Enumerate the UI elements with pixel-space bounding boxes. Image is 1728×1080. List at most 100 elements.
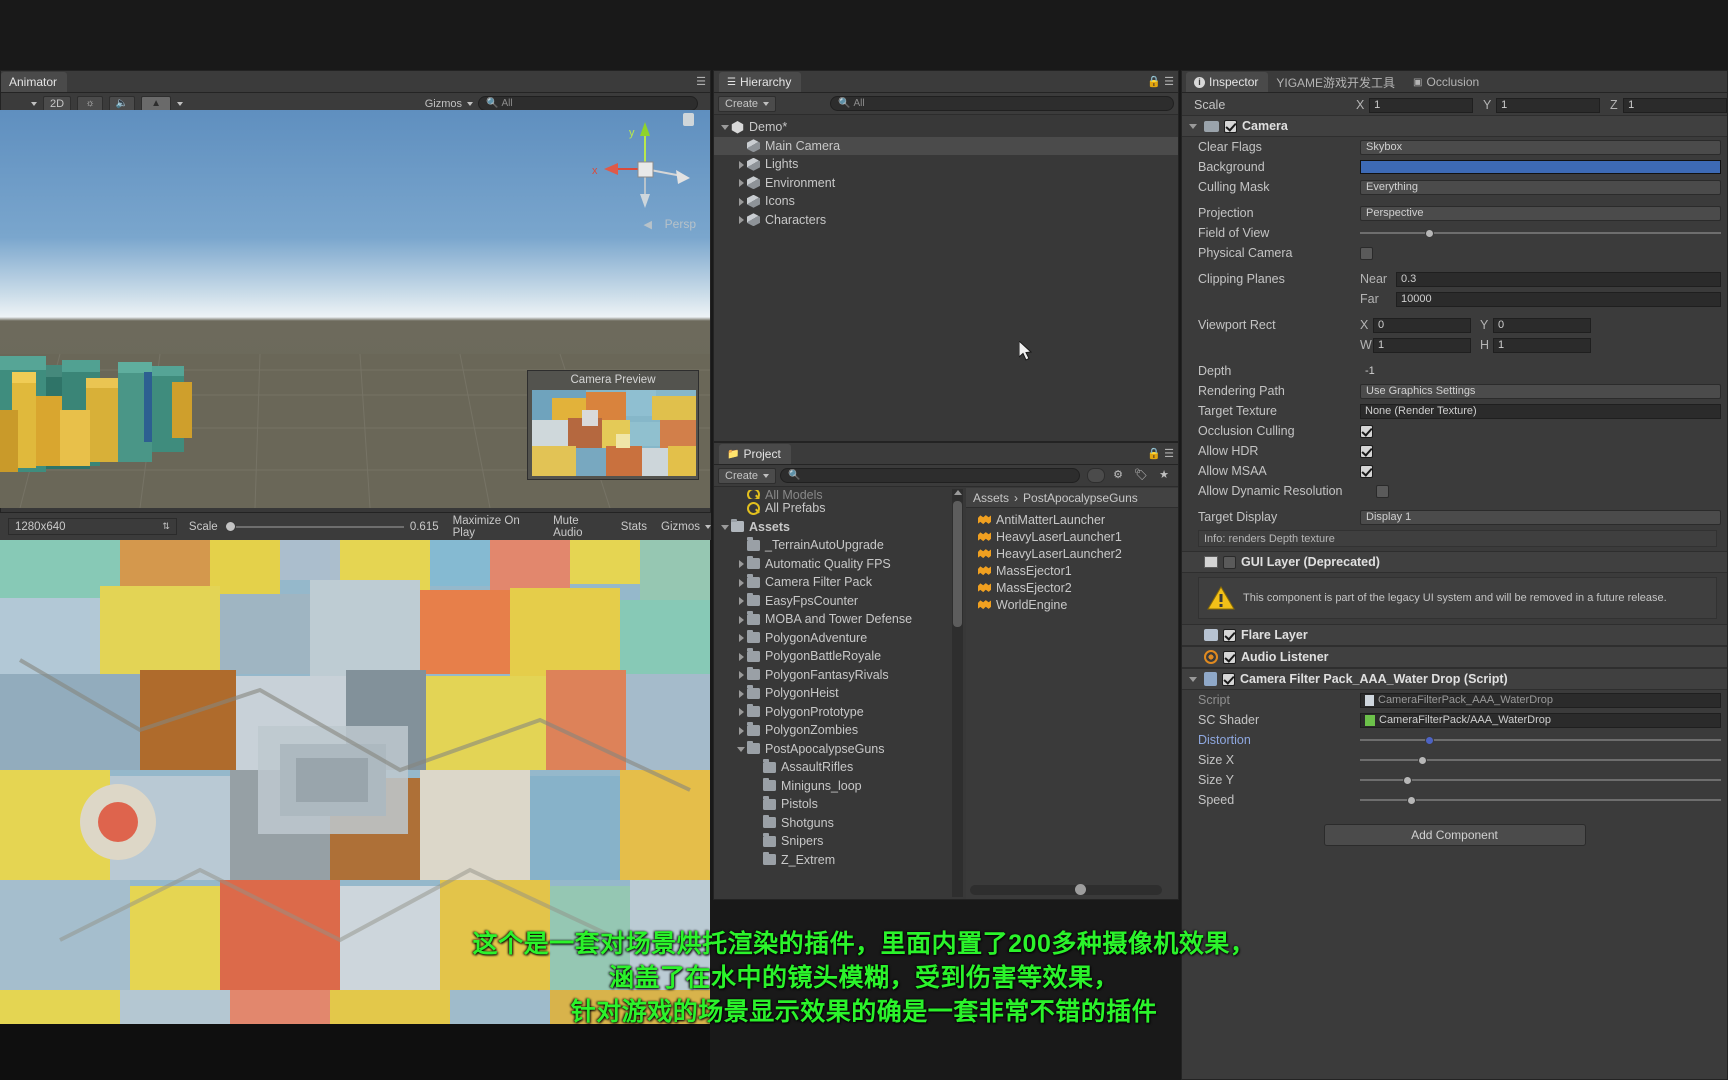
tree-right-arrow-icon[interactable] (736, 669, 747, 680)
tree-right-arrow-icon[interactable] (736, 688, 747, 699)
tree-right-arrow-icon[interactable] (736, 614, 747, 625)
tab-occlusion[interactable]: ▣ Occlusion (1405, 72, 1489, 92)
tree-right-arrow-icon[interactable] (736, 632, 747, 643)
asset-item-massejector2[interactable]: MassEjector2 (966, 579, 1178, 596)
gui-layer-component-header[interactable]: GUI Layer (Deprecated) (1182, 551, 1727, 573)
target-display-dropdown[interactable]: Display 1 (1360, 509, 1721, 525)
tree-right-arrow-icon[interactable] (736, 159, 747, 170)
distortion-slider-handle[interactable] (1424, 735, 1434, 745)
filter-pill-icon[interactable] (1087, 468, 1105, 483)
target-texture-field[interactable]: None (Render Texture) (1360, 403, 1721, 419)
draw-mode-chevron-icon[interactable] (31, 101, 37, 106)
rendering-path-dropdown[interactable]: Use Graphics Settings (1360, 383, 1721, 399)
tab-project[interactable]: 📁 Project (719, 444, 791, 464)
viewport-w-field[interactable]: 1 (1373, 337, 1471, 353)
scale-slider-handle[interactable] (224, 521, 236, 532)
mute-audio-toggle[interactable]: Mute Audio (553, 515, 607, 539)
asset-zoom-slider[interactable] (970, 884, 1162, 895)
lock-icon[interactable]: 🔒 (1147, 447, 1161, 460)
project-tree-item-easyfpscounter[interactable]: EasyFpsCounter (714, 592, 966, 611)
panel-options-icon[interactable]: ☰ (1164, 75, 1174, 88)
panel-options-icon[interactable]: ☰ (1164, 447, 1174, 460)
animator-panel-menu[interactable]: ☰ (696, 75, 706, 88)
viewport-x-field[interactable]: 0 (1373, 317, 1471, 333)
maximize-on-play-toggle[interactable]: Maximize On Play (453, 515, 539, 539)
scale-z-field[interactable]: 1 (1623, 97, 1727, 113)
size-x-slider[interactable] (1360, 754, 1721, 767)
project-panel-menu[interactable]: 🔒 ☰ (1147, 447, 1174, 460)
camera-component-header[interactable]: Camera (1182, 115, 1727, 137)
allow-msaa-checkbox[interactable] (1360, 464, 1373, 478)
project-tree-item-z-extrem[interactable]: Z_Extrem (714, 851, 966, 870)
culling-mask-dropdown[interactable]: Everything (1360, 179, 1721, 195)
tab-yigame[interactable]: YIGAME游戏开发工具 (1268, 72, 1405, 92)
audio-listener-component-header[interactable]: Audio Listener (1182, 646, 1727, 668)
gizmos-chevron-icon[interactable] (467, 101, 473, 106)
project-tree-item-camera-filter-pack[interactable]: Camera Filter Pack (714, 573, 966, 592)
asset-item-heavylaserlauncher1[interactable]: HeavyLaserLauncher1 (966, 528, 1178, 545)
project-tree-item--terrainautoupgrade[interactable]: _TerrainAutoUpgrade (714, 536, 966, 555)
gizmos-label[interactable]: Gizmos (425, 98, 462, 110)
tree-right-arrow-icon[interactable] (736, 214, 747, 225)
tree-right-arrow-icon[interactable] (736, 651, 747, 662)
gui-layer-enabled-checkbox[interactable] (1223, 555, 1236, 569)
project-tree-item-all-models[interactable]: All Models (714, 490, 966, 499)
project-tree-item-postapocalypseguns[interactable]: PostApocalypseGuns (714, 740, 966, 759)
physical-camera-checkbox[interactable] (1360, 246, 1373, 260)
far-field[interactable]: 10000 (1396, 291, 1721, 307)
game-gizmos-button[interactable]: Gizmos (661, 521, 700, 533)
allow-hdr-checkbox[interactable] (1360, 444, 1373, 458)
asset-item-heavylaserlauncher2[interactable]: HeavyLaserLauncher2 (966, 545, 1178, 562)
size-x-slider-handle[interactable] (1417, 755, 1427, 765)
scale-x-field[interactable]: 1 (1369, 97, 1473, 113)
scale-slider[interactable] (224, 520, 404, 534)
tree-right-arrow-icon[interactable] (736, 706, 747, 717)
project-asset-column[interactable]: Assets › PostApocalypseGuns AntiMatterLa… (966, 488, 1178, 899)
scroll-up-arrow-icon[interactable] (954, 490, 962, 495)
hierarchy-item-environment[interactable]: Environment (714, 174, 1178, 193)
speed-slider[interactable] (1360, 794, 1721, 807)
flare-layer-component-header[interactable]: Flare Layer (1182, 624, 1727, 646)
project-tree-item-automatic-quality-fps[interactable]: Automatic Quality FPS (714, 555, 966, 574)
resolution-stepper-icon[interactable]: ⇅ (162, 521, 170, 532)
allow-dynamic-resolution-checkbox[interactable] (1376, 484, 1389, 498)
asset-item-massejector1[interactable]: MassEjector1 (966, 562, 1178, 579)
camera-filter-pack-enabled-checkbox[interactable] (1222, 672, 1235, 686)
camera-filter-pack-foldout-icon[interactable] (1188, 674, 1199, 685)
tree-down-arrow-icon[interactable] (720, 122, 731, 133)
asset-item-worldengine[interactable]: WorldEngine (966, 596, 1178, 613)
project-tree-item-all-prefabs[interactable]: All Prefabs (714, 499, 966, 518)
project-tree-scrollbar-thumb[interactable] (953, 501, 962, 627)
scene-search-input[interactable]: 🔍 All (478, 96, 698, 111)
project-tree-item-polygonheist[interactable]: PolygonHeist (714, 684, 966, 703)
resolution-dropdown[interactable]: 1280x640 ⇅ (8, 518, 177, 535)
tree-right-arrow-icon[interactable] (736, 558, 747, 569)
scene-viewport[interactable]: y x Persp ◀ Camera Preview (0, 110, 710, 508)
clear-flags-dropdown[interactable]: Skybox (1360, 139, 1721, 155)
project-tree-item-snipers[interactable]: Snipers (714, 832, 966, 851)
filter-label-icon[interactable]: 🏷 (1131, 468, 1151, 483)
scale-y-field[interactable]: 1 (1496, 97, 1600, 113)
hierarchy-item-main-camera[interactable]: Main Camera (714, 136, 1178, 155)
tree-down-arrow-icon[interactable] (736, 743, 747, 754)
project-search-input[interactable]: 🔍 (780, 468, 1081, 483)
project-tree-item-polygonfantasyrivals[interactable]: PolygonFantasyRivals (714, 666, 966, 685)
viewport-h-field[interactable]: 1 (1493, 337, 1591, 353)
depth-field[interactable]: -1 (1360, 364, 1721, 379)
distortion-slider[interactable] (1360, 734, 1721, 747)
project-tree-item-polygonbattleroyale[interactable]: PolygonBattleRoyale (714, 647, 966, 666)
breadcrumb-item-assets[interactable]: Assets (973, 491, 1009, 505)
projection-dropdown[interactable]: Perspective (1360, 205, 1721, 221)
lock-icon[interactable]: 🔒 (1147, 75, 1161, 88)
project-tree-item-polygonadventure[interactable]: PolygonAdventure (714, 629, 966, 648)
game-gizmos-chevron-icon[interactable] (705, 524, 711, 529)
hierarchy-panel-menu[interactable]: 🔒 ☰ (1147, 75, 1174, 88)
project-tree-item-shotguns[interactable]: Shotguns (714, 814, 966, 833)
tree-right-arrow-icon[interactable] (736, 725, 747, 736)
effects-chevron-icon[interactable] (177, 101, 184, 106)
project-tree-scrollbar[interactable] (952, 489, 963, 897)
persp-label[interactable]: Persp (665, 217, 696, 231)
near-field[interactable]: 0.3 (1396, 271, 1721, 287)
occlusion-culling-checkbox[interactable] (1360, 424, 1373, 438)
field-of-view-slider[interactable] (1360, 227, 1721, 240)
